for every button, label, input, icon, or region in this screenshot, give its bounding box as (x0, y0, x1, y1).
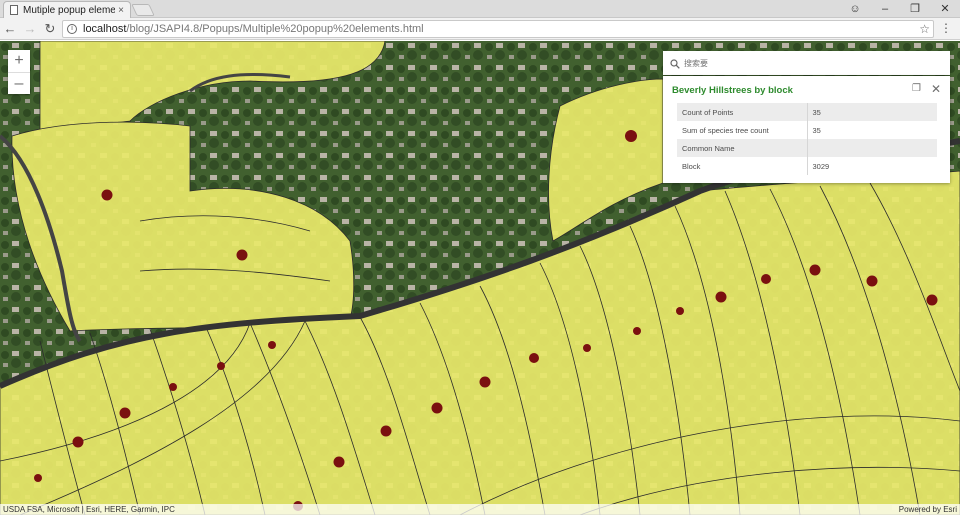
point (633, 327, 641, 335)
search-widget (663, 51, 950, 75)
point (676, 307, 684, 315)
field-value (807, 139, 937, 157)
close-icon[interactable]: ✕ (931, 82, 941, 96)
dock-icon[interactable]: ❐ (912, 83, 921, 94)
document-icon (10, 5, 18, 15)
point (217, 362, 225, 370)
minimize-icon[interactable]: – (870, 3, 900, 15)
point (529, 353, 539, 363)
powered-by-esri[interactable]: Powered by Esri (899, 504, 957, 515)
field-name: Sum of species tree count (677, 121, 808, 139)
point (479, 376, 491, 388)
table-row: Sum of species tree count 35 (677, 121, 937, 139)
point (268, 341, 276, 349)
field-name: Block (677, 157, 808, 175)
point (119, 407, 131, 419)
menu-icon[interactable]: ⋮ (940, 21, 952, 35)
window-controls: ☺ – ❐ ✕ (840, 0, 960, 17)
search-input[interactable] (684, 58, 924, 68)
point (333, 456, 345, 468)
table-row: Count of Points 35 (677, 103, 937, 121)
field-name: Common Name (677, 139, 808, 157)
tab-close-icon[interactable]: × (118, 5, 124, 16)
info-icon[interactable]: i (67, 24, 77, 34)
point (169, 383, 177, 391)
attribute-table: Count of Points 35 Sum of species tree c… (677, 103, 937, 175)
back-icon[interactable]: ← (0, 21, 20, 36)
point (101, 189, 113, 201)
point (34, 474, 42, 482)
attribution-bar: USDA FSA, Microsoft | Esri, HERE, Garmin… (0, 504, 960, 515)
attribution-text: USDA FSA, Microsoft | Esri, HERE, Garmin… (3, 505, 175, 514)
point (583, 344, 591, 352)
point (625, 130, 637, 142)
url-path: /blog/JSAPI4.8/Popups/Multiple%20popup%2… (126, 23, 424, 35)
address-bar[interactable]: i localhost /blog/JSAPI4.8/Popups/Multip… (62, 20, 934, 38)
point (236, 249, 248, 261)
star-icon[interactable]: ☆ (919, 22, 930, 36)
close-icon[interactable]: ✕ (930, 2, 960, 15)
zoom-out-button[interactable]: – (8, 72, 30, 94)
profile-icon[interactable]: ☺ (840, 3, 870, 15)
browser-toolbar: ← → ↻ i localhost /blog/JSAPI4.8/Popups/… (0, 18, 960, 40)
table-row: Block 3029 (677, 157, 937, 175)
restore-icon[interactable]: ❐ (900, 2, 930, 15)
zoom-widget: + – (8, 50, 30, 94)
reload-icon[interactable]: ↻ (40, 21, 60, 37)
browser-tab-strip: Mutiple popup elemen × ☺ – ❐ ✕ (0, 0, 960, 18)
field-name: Count of Points (677, 103, 808, 121)
point (809, 264, 821, 276)
point (866, 275, 878, 287)
point (926, 294, 938, 306)
field-value: 3029 (812, 161, 830, 171)
point (72, 436, 84, 448)
point (715, 291, 727, 303)
feature-popup: Beverly Hillstrees by block ❐ ✕ Count of… (663, 76, 950, 183)
search-icon[interactable] (670, 58, 680, 69)
new-tab-button[interactable] (131, 4, 155, 16)
url-host: localhost (83, 23, 127, 35)
tab-title: Mutiple popup elemen (23, 4, 116, 16)
field-value: 35 (812, 125, 821, 135)
point (761, 274, 771, 284)
table-row: Common Name (677, 139, 937, 157)
field-value: 35 (807, 103, 937, 121)
browser-tab[interactable]: Mutiple popup elemen × (3, 1, 131, 18)
point (380, 425, 392, 437)
point (431, 402, 443, 414)
popup-title: Beverly Hillstrees by block (672, 85, 793, 96)
forward-icon[interactable]: → (20, 21, 40, 36)
zoom-in-button[interactable]: + (8, 50, 30, 72)
